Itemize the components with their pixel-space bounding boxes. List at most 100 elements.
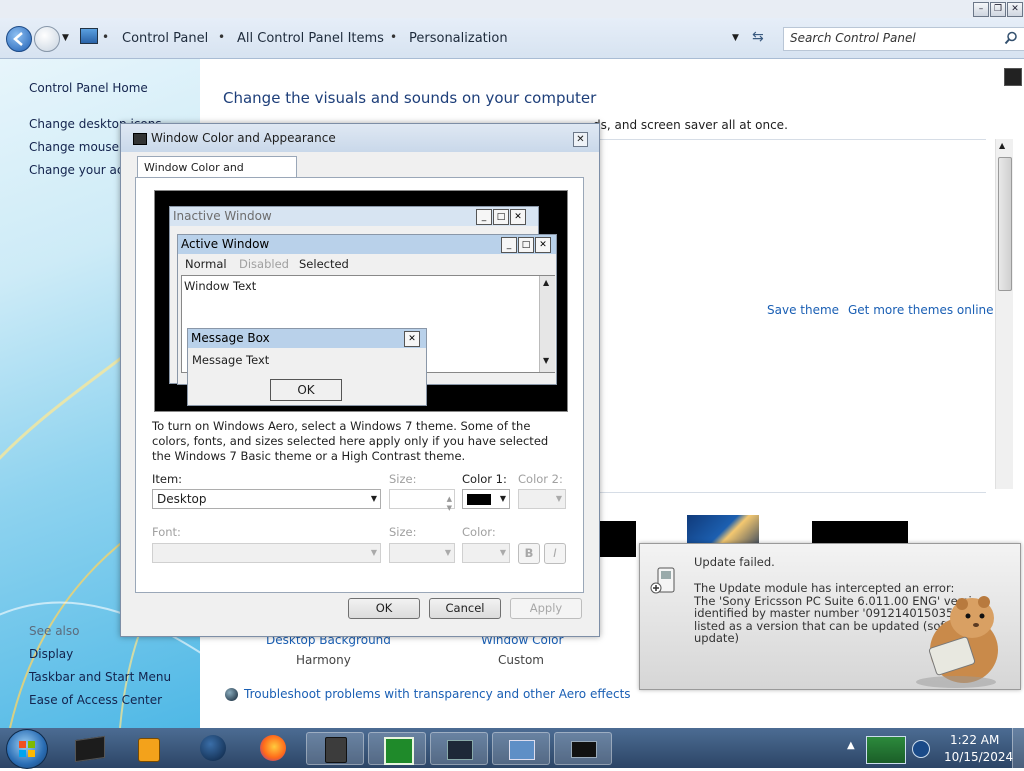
dialog-app-icon (133, 133, 147, 145)
close-button[interactable]: ✕ (1007, 2, 1023, 17)
size-stepper[interactable]: ▲ ▼ (389, 489, 455, 512)
refresh-icon[interactable]: ⇆ (752, 29, 764, 45)
back-button[interactable] (6, 26, 32, 52)
minimize-button[interactable]: – (973, 2, 989, 17)
update-failed-notification[interactable]: Update failed. The Update module has int… (639, 543, 1021, 690)
italic-button[interactable]: I (544, 543, 566, 564)
color1-picker[interactable]: ▼ (462, 489, 510, 509)
window-color-dialog: Window Color and Appearance ✕ Window Col… (120, 123, 600, 637)
windows-logo-icon (19, 741, 35, 757)
apply-button[interactable]: Apply (510, 598, 582, 619)
message-box-title: Message Box (188, 329, 426, 348)
search-icon[interactable] (1004, 31, 1018, 45)
page-title: Change the visuals and sounds on your co… (223, 89, 597, 107)
address-history-dropdown-icon[interactable]: ▼ (732, 33, 739, 43)
menu-selected: Selected (299, 257, 349, 271)
phone-update-icon (649, 566, 679, 596)
theme-list-scrollbar[interactable]: ▲ (995, 139, 1013, 489)
recent-pages-dropdown-icon[interactable]: ▼ (62, 33, 69, 43)
restore-button[interactable]: ❐ (990, 2, 1006, 17)
troubleshoot-aero-link[interactable]: Troubleshoot problems with transparency … (244, 687, 631, 701)
message-box-text: Message Text (192, 353, 270, 367)
desktop-background-thumbnail[interactable] (598, 521, 636, 557)
forward-button[interactable] (34, 26, 60, 52)
font-select[interactable]: ▼ (152, 543, 381, 563)
preview-scroll-up-icon: ▲ (543, 278, 550, 287)
color2-picker[interactable]: ▼ (518, 489, 566, 509)
chevron-down-icon: ▼ (499, 494, 506, 503)
page-intro-text: ds, and screen saver all at once. (593, 118, 788, 132)
appearance-preview: Inactive Window _ □ ✕ Active Window _ □ … (154, 190, 568, 412)
font-size-label: Size: (389, 525, 417, 539)
breadcrumb-all-items[interactable]: All Control Panel Items (237, 31, 384, 46)
notification-title: Update failed. (694, 555, 775, 569)
breadcrumb-separator: • (390, 30, 398, 44)
ok-button[interactable]: OK (348, 598, 420, 619)
color1-label: Color 1: (462, 472, 507, 486)
preview-scrollbar: ▲ ▼ (539, 276, 555, 372)
bold-button[interactable]: B (518, 543, 540, 564)
show-hidden-icons-button[interactable]: ▲ (847, 740, 855, 751)
chevron-down-icon: ▼ (444, 548, 451, 557)
tab-panel: Inactive Window _ □ ✕ Active Window _ □ … (135, 177, 584, 593)
taskbar-pc-suite-icon[interactable] (306, 732, 364, 765)
aero-info-text: To turn on Windows Aero, select a Window… (152, 419, 549, 463)
display-link[interactable]: Display (29, 647, 73, 661)
desktop-background-value: Harmony (296, 653, 351, 667)
search-input[interactable]: Search Control Panel (783, 27, 1024, 51)
ease-of-access-link[interactable]: Ease of Access Center (29, 693, 162, 707)
scrollbar-thumb[interactable] (998, 157, 1012, 291)
inactive-maximize-icon: □ (493, 209, 509, 225)
inactive-minimize-icon: _ (476, 209, 492, 225)
control-panel-home-link[interactable]: Control Panel Home (29, 81, 148, 95)
chevron-down-icon: ▼ (370, 494, 377, 503)
breadcrumb-separator: • (102, 30, 110, 44)
help-icon[interactable] (1004, 68, 1022, 86)
font-size-select[interactable]: ▼ (389, 543, 455, 563)
tray-network-icon[interactable] (912, 740, 930, 758)
start-button[interactable] (6, 729, 48, 769)
active-close-icon: ✕ (535, 237, 551, 253)
preview-scroll-down-icon: ▼ (543, 356, 550, 365)
taskbar-explorer-icon[interactable] (60, 732, 118, 765)
taskbar-clock-time[interactable]: 1:22 AM (950, 733, 999, 747)
divider (598, 492, 986, 493)
breadcrumb-personalization[interactable]: Personalization (409, 31, 508, 46)
show-desktop-button[interactable] (1012, 728, 1024, 768)
window-titlebar: – ❐ ✕ (0, 0, 1024, 18)
save-theme-link[interactable]: Save theme (767, 303, 839, 317)
item-select[interactable]: Desktop ▼ (152, 489, 381, 509)
stepper-down-icon[interactable]: ▼ (447, 499, 452, 517)
font-color-picker[interactable]: ▼ (462, 543, 510, 563)
window-color-value: Custom (498, 653, 544, 667)
active-maximize-icon: □ (518, 237, 534, 253)
chevron-down-icon: ▼ (555, 494, 562, 503)
tab-window-color-appearance[interactable]: Window Color and Appearance (137, 156, 297, 196)
item-label: Item: (152, 472, 183, 486)
breadcrumb-control-panel[interactable]: Control Panel (122, 31, 208, 46)
tray-pc-suite-icon[interactable] (866, 736, 906, 764)
dialog-titlebar[interactable]: Window Color and Appearance ✕ (121, 124, 599, 152)
size-label: Size: (389, 472, 417, 486)
taskbar-media-player-icon[interactable] (120, 732, 178, 765)
taskbar-start-menu-link[interactable]: Taskbar and Start Menu (29, 670, 171, 684)
taskbar-window-icon[interactable] (430, 732, 488, 765)
taskbar-update-icon[interactable] (368, 732, 426, 765)
cancel-button[interactable]: Cancel (429, 598, 501, 619)
message-box-preview: Message Box ✕ Message Text OK (187, 328, 427, 406)
font-label: Font: (152, 525, 181, 539)
active-minimize-icon: _ (501, 237, 517, 253)
get-more-themes-link[interactable]: Get more themes online (848, 303, 994, 317)
taskbar-control-panel-icon[interactable] (492, 732, 550, 765)
taskbar-clock-date[interactable]: 10/15/2024 (944, 750, 1013, 764)
menu-normal: Normal (185, 257, 227, 271)
scroll-up-arrow-icon[interactable]: ▲ (999, 141, 1005, 150)
window-text-sample: Window Text (184, 279, 257, 293)
taskbar-firefox-icon[interactable] (244, 732, 302, 765)
message-box-ok-sample: OK (270, 379, 342, 401)
inactive-close-icon: ✕ (510, 209, 526, 225)
taskbar-display-icon[interactable] (554, 732, 612, 765)
color1-swatch (467, 494, 491, 505)
taskbar-globe-icon[interactable] (184, 732, 242, 765)
dialog-close-button[interactable]: ✕ (573, 132, 588, 147)
